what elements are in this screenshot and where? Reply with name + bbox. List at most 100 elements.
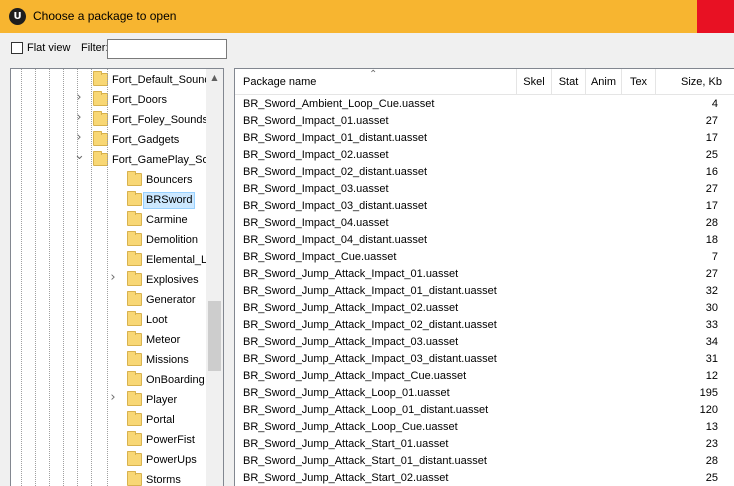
list-item[interactable]: BR_Sword_Impact_01.uasset 27 <box>235 113 734 130</box>
column-header[interactable]: Size, Kb <box>656 69 734 95</box>
tree-item-label: Missions <box>146 354 189 366</box>
column-header[interactable]: Anim <box>586 69 622 95</box>
filter-input[interactable] <box>107 39 227 59</box>
package-size: 17 <box>705 132 718 144</box>
tree-item[interactable]: › Fort_Foley_Sounds <box>11 110 208 130</box>
tree-item[interactable]: Fort_Default_Sound <box>11 70 210 90</box>
close-button[interactable] <box>697 0 734 33</box>
tree-item-label: OnBoarding <box>146 374 205 386</box>
list-item[interactable]: BR_Sword_Impact_04_distant.uasset 18 <box>235 232 734 249</box>
tree-item[interactable]: Portal <box>11 410 206 430</box>
package-size: 28 <box>705 455 718 467</box>
package-name: BR_Sword_Jump_Attack_Start_01.uasset <box>243 438 449 450</box>
chevron-right-icon[interactable]: › <box>74 91 84 104</box>
tree-item[interactable]: › Player <box>11 390 206 410</box>
tree-item[interactable]: PowerUps <box>11 450 206 470</box>
tree-guide-line <box>91 69 92 486</box>
list-item[interactable]: BR_Sword_Jump_Attack_Start_02.uasset 25 <box>235 470 734 486</box>
scroll-thumb[interactable] <box>208 301 221 371</box>
list-item[interactable]: BR_Sword_Impact_01_distant.uasset 17 <box>235 130 734 147</box>
list-item[interactable]: BR_Sword_Jump_Attack_Loop_Cue.uasset 13 <box>235 419 734 436</box>
column-header[interactable]: Skel <box>517 69 552 95</box>
tree-item[interactable]: Meteor <box>11 330 206 350</box>
tree-item-label: Loot <box>146 314 168 326</box>
tree-item-label: BRSword <box>143 192 196 209</box>
chevron-right-icon[interactable]: › <box>108 391 118 404</box>
folder-icon <box>127 331 142 346</box>
tree-item[interactable]: Elemental_Layer <box>11 250 223 270</box>
column-header[interactable]: Tex <box>622 69 656 95</box>
list-item[interactable]: BR_Sword_Jump_Attack_Start_01.uasset 23 <box>235 436 734 453</box>
folder-icon <box>127 391 142 406</box>
folder-icon <box>127 271 142 286</box>
tree-item[interactable]: › Fort_Gadgets <box>11 130 206 150</box>
tree-item[interactable]: ⌄ Fort_GamePlay_Sou <box>11 149 215 170</box>
tree-scrollbar[interactable]: ▲ <box>206 69 223 486</box>
list-item[interactable]: BR_Sword_Jump_Attack_Impact_02_distant.u… <box>235 317 734 334</box>
folder-icon <box>127 471 142 486</box>
package-size: 33 <box>705 319 718 331</box>
list-item[interactable]: BR_Sword_Jump_Attack_Impact_01_distant.u… <box>235 283 734 300</box>
scroll-up-arrow-icon[interactable]: ▲ <box>206 69 223 86</box>
package-size: 7 <box>711 251 718 263</box>
column-header[interactable]: Stat <box>552 69 586 95</box>
package-size: 27 <box>705 268 718 280</box>
list-item[interactable]: BR_Sword_Jump_Attack_Impact_01.uasset 27 <box>235 266 734 283</box>
package-size: 12 <box>705 370 718 382</box>
package-size: 31 <box>705 353 718 365</box>
package-list[interactable]: Package name ⌃ Skel Stat Anim Tex Size, Kb BR_… <box>234 68 734 486</box>
list-item[interactable]: BR_Sword_Impact_03_distant.uasset 17 <box>235 198 734 215</box>
list-item[interactable]: BR_Sword_Ambient_Loop_Cue.uasset 4 <box>235 96 734 113</box>
tree-item[interactable]: › Explosives <box>11 270 206 290</box>
list-item[interactable]: BR_Sword_Jump_Attack_Impact_03.uasset 34 <box>235 334 734 351</box>
list-item[interactable]: BR_Sword_Impact_Cue.uasset 7 <box>235 249 734 266</box>
package-name: BR_Sword_Impact_02_distant.uasset <box>243 166 428 178</box>
tree-item[interactable]: Demolition <box>11 230 206 250</box>
package-name: BR_Sword_Impact_01.uasset <box>243 115 389 127</box>
list-item[interactable]: BR_Sword_Jump_Attack_Start_01_distant.ua… <box>235 453 734 470</box>
tree-item[interactable]: OnBoarding <box>11 370 206 390</box>
tree-guide-line <box>77 69 78 486</box>
flat-view-checkbox[interactable] <box>11 42 23 54</box>
tree-item[interactable]: BRSword <box>11 190 206 210</box>
list-item[interactable]: BR_Sword_Jump_Attack_Loop_01.uasset 195 <box>235 385 734 402</box>
list-item[interactable]: BR_Sword_Impact_04.uasset 28 <box>235 215 734 232</box>
package-size: 27 <box>705 115 718 127</box>
folder-icon <box>127 251 142 266</box>
tree-item[interactable]: Generator <box>11 290 206 310</box>
column-header-label: Tex <box>629 76 648 88</box>
chevron-down-icon[interactable]: ⌄ <box>74 149 85 162</box>
package-name: BR_Sword_Impact_03.uasset <box>243 183 389 195</box>
folder-icon <box>127 291 142 306</box>
filter-label: Filter: <box>81 42 109 54</box>
list-item[interactable]: BR_Sword_Impact_02.uasset 25 <box>235 147 734 164</box>
tree-item[interactable]: Storms <box>11 470 206 486</box>
tree-item[interactable]: Missions <box>11 350 206 370</box>
list-item[interactable]: BR_Sword_Impact_02_distant.uasset 16 <box>235 164 734 181</box>
list-item[interactable]: BR_Sword_Jump_Attack_Impact_03_distant.u… <box>235 351 734 368</box>
tree-item[interactable]: › Fort_Doors <box>11 90 206 110</box>
list-item[interactable]: BR_Sword_Jump_Attack_Loop_01_distant.uas… <box>235 402 734 419</box>
package-size: 27 <box>705 183 718 195</box>
list-item[interactable]: BR_Sword_Jump_Attack_Impact_Cue.uasset 12 <box>235 368 734 385</box>
tree-item-label: Fort_Gadgets <box>112 134 180 146</box>
flat-view-label[interactable]: Flat view <box>27 42 70 54</box>
chevron-right-icon[interactable]: › <box>74 131 84 144</box>
folder-icon <box>93 71 108 86</box>
list-item[interactable]: BR_Sword_Impact_03.uasset 27 <box>235 181 734 198</box>
title-bar[interactable]: U Choose a package to open <box>0 0 734 33</box>
chevron-right-icon[interactable]: › <box>74 111 84 124</box>
tree-item[interactable]: Loot <box>11 310 206 330</box>
package-size: 13 <box>705 421 718 433</box>
tree-item[interactable]: Carmine <box>11 210 206 230</box>
package-size: 195 <box>699 387 718 399</box>
package-name: BR_Sword_Jump_Attack_Impact_02.uasset <box>243 302 459 314</box>
tree-item[interactable]: Bouncers <box>11 170 206 190</box>
column-header[interactable]: Package name ⌃ <box>235 69 517 95</box>
package-name: BR_Sword_Impact_01_distant.uasset <box>243 132 428 144</box>
folder-tree[interactable]: Fort_Default_Sound › Fort_Doors › Fort_Foley… <box>10 68 224 486</box>
chevron-right-icon[interactable]: › <box>108 271 118 284</box>
tree-item[interactable]: PowerFist <box>11 430 206 450</box>
list-item[interactable]: BR_Sword_Jump_Attack_Impact_02.uasset 30 <box>235 300 734 317</box>
tree-item-label: Meteor <box>146 334 181 346</box>
